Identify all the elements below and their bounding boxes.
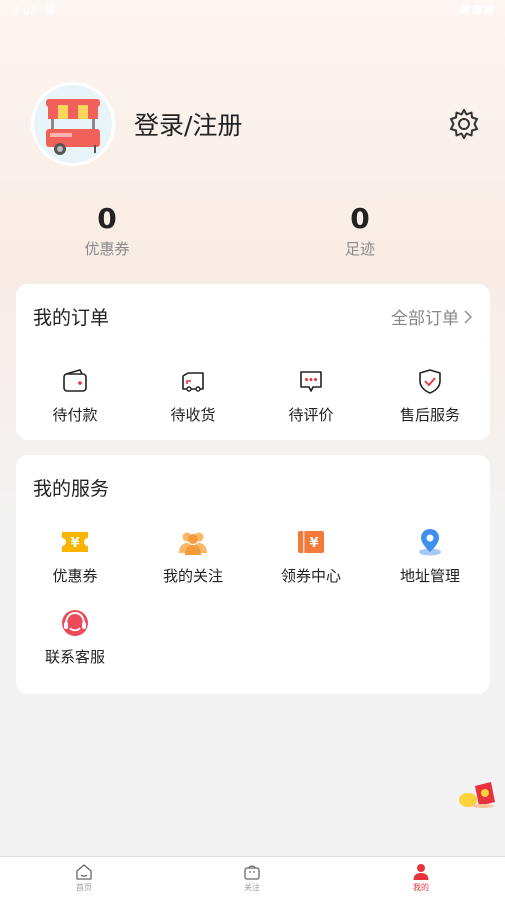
order-pending-receipt[interactable]: 待收货 xyxy=(134,364,252,425)
floating-red-packet[interactable] xyxy=(457,780,497,810)
coupon-count: 0 xyxy=(97,202,117,235)
avatar[interactable] xyxy=(31,82,115,166)
service-coupon-label: 优惠券 xyxy=(52,567,98,585)
pending-payment-label: 待付款 xyxy=(52,406,98,424)
service-following[interactable]: 我的关注 xyxy=(134,525,252,586)
headset-icon xyxy=(62,610,88,636)
service-coupon[interactable]: ¥ 优惠券 xyxy=(16,525,134,586)
service-address[interactable]: 地址管理 xyxy=(371,525,489,586)
service-customer-support-label: 联系客服 xyxy=(44,648,105,666)
footprint-count: 0 xyxy=(350,202,370,235)
wifi-icon xyxy=(461,5,469,14)
svg-text:¥: ¥ xyxy=(309,536,318,551)
red-packet-icon xyxy=(459,782,495,808)
coupon-stat[interactable]: 0 优惠券 xyxy=(37,202,177,259)
tab-home-label: 首页 xyxy=(76,883,92,892)
tab-mine[interactable]: 我的 xyxy=(381,863,461,893)
home-icon xyxy=(76,864,92,880)
services-card: 我的服务 ¥ 优惠券 我的关注 ¥ 领券中心 地址管理 联系客服 xyxy=(16,455,490,694)
status-bar: 3:03 xyxy=(0,0,505,22)
stats-row: 0 优惠券 0 足迹 xyxy=(0,202,505,264)
people-icon xyxy=(179,532,207,555)
after-sales-label: 售后服务 xyxy=(399,406,460,424)
footprint-stat[interactable]: 0 足迹 xyxy=(290,202,430,259)
wallet-icon xyxy=(63,369,87,392)
profile-header: 登录/注册 xyxy=(31,82,481,166)
signal-icon xyxy=(473,5,481,14)
status-icons xyxy=(461,5,493,14)
tab-home[interactable]: 首页 xyxy=(44,863,124,893)
tab-follow-label: 关注 xyxy=(244,883,260,892)
settings-button[interactable] xyxy=(447,107,481,141)
gear-icon xyxy=(450,109,478,139)
service-following-label: 我的关注 xyxy=(162,567,223,585)
pending-review-label: 待评价 xyxy=(288,406,334,424)
bag-icon xyxy=(244,865,260,880)
coupon-icon: ¥ xyxy=(62,532,88,552)
chevron-right-icon xyxy=(464,309,473,324)
login-register-link[interactable]: 登录/注册 xyxy=(134,106,242,142)
order-pending-review[interactable]: 待评价 xyxy=(252,364,370,425)
location-pin-icon xyxy=(419,529,441,556)
tab-mine-label: 我的 xyxy=(413,883,429,892)
all-orders-label: 全部订单 xyxy=(391,309,459,329)
svg-text:¥: ¥ xyxy=(70,536,79,551)
all-orders-link[interactable]: 全部订单 xyxy=(391,304,473,329)
notification-icon xyxy=(46,6,54,14)
comment-icon xyxy=(300,371,322,392)
pending-receipt-label: 待收货 xyxy=(170,406,216,424)
tab-follow[interactable]: 关注 xyxy=(212,863,292,893)
ticket-center-icon: ¥ xyxy=(298,531,324,553)
service-coupon-center[interactable]: ¥ 领券中心 xyxy=(252,525,370,586)
service-coupon-center-label: 领券中心 xyxy=(280,567,341,585)
service-address-label: 地址管理 xyxy=(399,567,460,585)
status-time: 3:03 xyxy=(12,4,37,17)
user-icon xyxy=(413,864,429,880)
service-customer-support[interactable]: 联系客服 xyxy=(16,606,134,667)
coupon-label: 优惠券 xyxy=(84,240,130,258)
footprint-label: 足迹 xyxy=(344,240,375,258)
order-after-sales[interactable]: 售后服务 xyxy=(371,364,489,425)
order-pending-payment[interactable]: 待付款 xyxy=(16,364,134,425)
battery-icon xyxy=(485,5,493,14)
food-cart-icon xyxy=(46,99,100,155)
orders-title: 我的订单 xyxy=(33,307,110,329)
truck-icon xyxy=(182,372,204,392)
shield-check-icon xyxy=(419,369,441,394)
bottom-tab-bar: 首页 关注 我的 xyxy=(0,856,505,899)
services-title: 我的服务 xyxy=(33,478,110,500)
orders-card: 我的订单 全部订单 待付款 待收货 待评价 售后服务 xyxy=(16,284,490,440)
